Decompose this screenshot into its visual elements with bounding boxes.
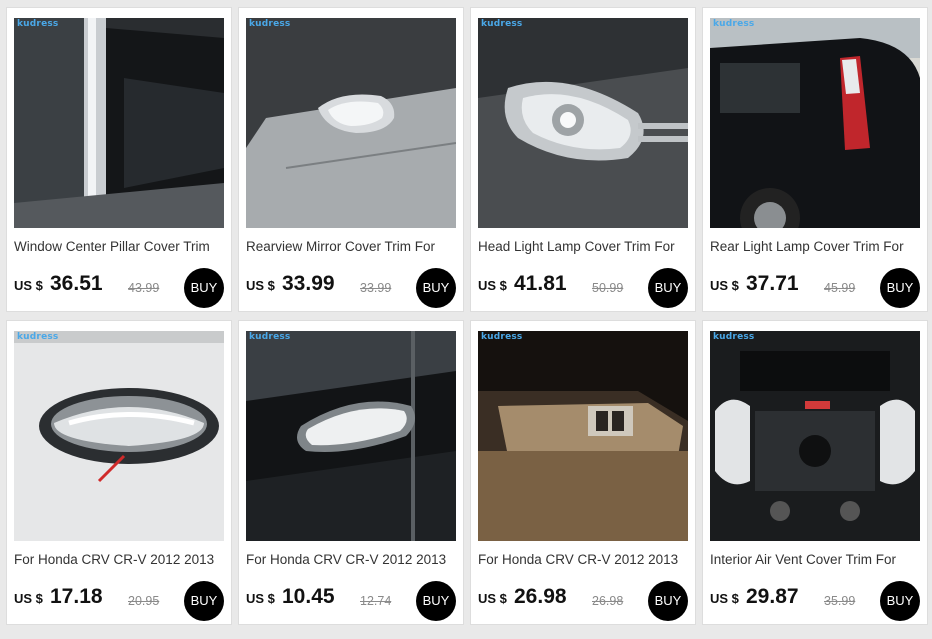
product-title[interactable]: Rear Light Lamp Cover Trim For	[710, 239, 922, 254]
price: 33.99	[282, 272, 335, 295]
brand-watermark: kudress	[713, 332, 755, 342]
original-price: 26.98	[592, 594, 624, 608]
product-image[interactable]: kudress	[478, 331, 688, 541]
price: 29.87	[746, 585, 799, 608]
brand-watermark: kudress	[481, 19, 523, 29]
product-card[interactable]: kudress Interior Air Vent Cover Trim For…	[702, 320, 928, 625]
original-price: 33.99	[360, 281, 392, 295]
product-image[interactable]: kudress	[478, 18, 688, 228]
price: 37.71	[746, 272, 799, 295]
product-title[interactable]: For Honda CRV CR-V 2012 2013	[478, 552, 690, 567]
brand-watermark: kudress	[249, 332, 291, 342]
currency-label: US $	[710, 278, 739, 293]
price: 10.45	[282, 585, 335, 608]
buy-button[interactable]: BUY	[416, 268, 456, 308]
brand-watermark: kudress	[249, 19, 291, 29]
currency-label: US $	[478, 278, 507, 293]
buy-button[interactable]: BUY	[648, 581, 688, 621]
product-title[interactable]: Rearview Mirror Cover Trim For	[246, 239, 458, 254]
product-title[interactable]: Window Center Pillar Cover Trim	[14, 239, 226, 254]
buy-button[interactable]: BUY	[880, 581, 920, 621]
product-title[interactable]: Head Light Lamp Cover Trim For	[478, 239, 690, 254]
buy-button[interactable]: BUY	[880, 268, 920, 308]
product-card[interactable]: kudress For Honda CRV CR-V 2012 2013 US …	[6, 320, 232, 625]
product-image[interactable]: kudress	[710, 18, 920, 228]
product-title[interactable]: For Honda CRV CR-V 2012 2013	[14, 552, 226, 567]
original-price: 50.99	[592, 281, 624, 295]
product-image[interactable]: kudress	[14, 18, 224, 228]
product-image[interactable]: kudress	[14, 331, 224, 541]
product-image[interactable]: kudress	[246, 331, 456, 541]
buy-button[interactable]: BUY	[416, 581, 456, 621]
currency-label: US $	[246, 278, 275, 293]
currency-label: US $	[710, 591, 739, 606]
brand-watermark: kudress	[17, 19, 59, 29]
price: 41.81	[514, 272, 567, 295]
original-price: 20.95	[128, 594, 160, 608]
brand-watermark: kudress	[481, 332, 523, 342]
buy-button[interactable]: BUY	[184, 581, 224, 621]
brand-watermark: kudress	[713, 19, 755, 29]
product-card[interactable]: kudress For Honda CRV CR-V 2012 2013 US …	[470, 320, 696, 625]
product-card[interactable]: kudress Head Light Lamp Cover Trim For U…	[470, 7, 696, 312]
brand-watermark: kudress	[17, 332, 59, 342]
original-price: 43.99	[128, 281, 160, 295]
original-price: 12.74	[360, 594, 392, 608]
currency-label: US $	[478, 591, 507, 606]
product-image[interactable]: kudress	[246, 18, 456, 228]
currency-label: US $	[246, 591, 275, 606]
buy-button[interactable]: BUY	[184, 268, 224, 308]
product-card[interactable]: kudress Window Center Pillar Cover Trim …	[6, 7, 232, 312]
product-card[interactable]: kudress Rear Light Lamp Cover Trim For U…	[702, 7, 928, 312]
product-card[interactable]: kudress Rearview Mirror Cover Trim For U…	[238, 7, 464, 312]
original-price: 35.99	[824, 594, 856, 608]
product-title[interactable]: For Honda CRV CR-V 2012 2013	[246, 552, 458, 567]
currency-label: US $	[14, 278, 43, 293]
price: 17.18	[50, 585, 103, 608]
product-image[interactable]: kudress	[710, 331, 920, 541]
product-grid: kudress Window Center Pillar Cover Trim …	[6, 7, 928, 625]
product-title[interactable]: Interior Air Vent Cover Trim For	[710, 552, 922, 567]
product-card[interactable]: kudress For Honda CRV CR-V 2012 2013 US …	[238, 320, 464, 625]
price: 26.98	[514, 585, 567, 608]
currency-label: US $	[14, 591, 43, 606]
price: 36.51	[50, 272, 103, 295]
buy-button[interactable]: BUY	[648, 268, 688, 308]
original-price: 45.99	[824, 281, 856, 295]
